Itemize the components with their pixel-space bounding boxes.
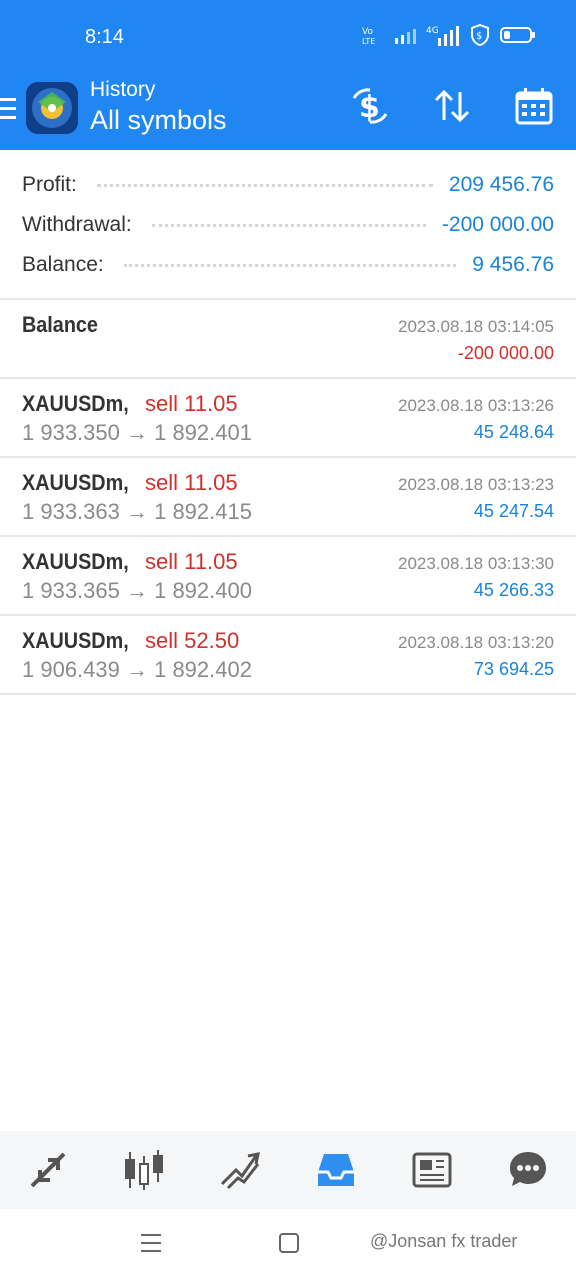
trade-prices: 1 933.363 → 1 892.415 (22, 499, 252, 524)
summary-label: Profit: (22, 173, 77, 196)
trade-symbol: XAUUSDm, (22, 549, 129, 574)
svg-text:$: $ (476, 31, 482, 42)
signal-icon (395, 29, 416, 44)
trade-row[interactable]: XAUUSDm, sell 11.05 1 933.363 → 1 892.41… (0, 458, 576, 537)
summary-label: Withdrawal: (22, 213, 132, 236)
trade-left: XAUUSDm, sell 52.50 1 906.439 → 1 892.40… (22, 628, 252, 683)
trade-row[interactable]: XAUUSDm, sell 11.05 1 933.365 → 1 892.40… (0, 537, 576, 616)
trade-symbol: XAUUSDm, (22, 628, 129, 653)
bottom-navigation (0, 1131, 576, 1209)
trade-action: sell 11.05 (145, 391, 238, 416)
app-bar: History All symbols $ (0, 78, 576, 150)
trade-action: sell 11.05 (145, 470, 238, 495)
dotted-leader (151, 223, 426, 227)
volte-icon: VoLTE (362, 27, 375, 45)
trade-time: 2023.08.18 03:14:05 (398, 317, 554, 336)
metatrader-logo-icon (26, 82, 78, 134)
summary-row-profit: Profit: 209 456.76 (22, 168, 554, 202)
menu-icon[interactable] (0, 96, 18, 122)
trade-symbol: XAUUSDm, (22, 470, 129, 495)
trade-action: sell 52.50 (145, 628, 240, 653)
trade-time: 2023.08.18 03:13:20 (398, 633, 554, 652)
home-icon[interactable] (278, 1231, 300, 1255)
svg-text:$: $ (359, 90, 380, 125)
trade-profit: 45 247.54 (473, 501, 554, 521)
trade-row[interactable]: XAUUSDm, sell 52.50 1 906.439 → 1 892.40… (0, 616, 576, 695)
trade-prices: 1 933.350 → 1 892.401 (22, 420, 252, 445)
summary-row-balance: Balance: 9 456.76 (22, 248, 554, 282)
trade-left: Balance (22, 312, 106, 338)
status-time: 8:14 (85, 26, 124, 48)
battery-icon (500, 27, 535, 43)
toolbar: $ (350, 86, 554, 126)
trade-left: XAUUSDm, sell 11.05 1 933.363 → 1 892.41… (22, 470, 252, 525)
trade-symbol: XAUUSDm, (22, 391, 129, 416)
security-shield-icon: $ (471, 24, 489, 46)
calendar-icon[interactable] (514, 86, 554, 126)
trade-right: 2023.08.18 03:14:05 -200 000.00 (398, 317, 554, 364)
trade-time: 2023.08.18 03:13:26 (398, 396, 554, 415)
status-bar: 8:14 Vo LTE 4G $ (0, 0, 576, 78)
summary-value: 9 456.76 (472, 253, 554, 276)
signal-4g-icon: 4G (426, 26, 459, 46)
trade-profit: 45 266.33 (473, 580, 554, 600)
dotted-leader (123, 263, 457, 267)
dotted-leader (96, 183, 433, 187)
trade-profit: 73 694.25 (473, 659, 554, 679)
balance-row[interactable]: Balance 2023.08.18 03:14:05 -200 000.00 (0, 300, 576, 379)
svg-text:LTE: LTE (362, 37, 375, 45)
watermark: @Jonsan fx trader (370, 1231, 518, 1251)
svg-text:Vo: Vo (362, 27, 373, 37)
top-bar: 8:14 Vo LTE 4G $ History All symbols $ (0, 0, 576, 150)
deposit-withdraw-icon[interactable]: $ (350, 86, 390, 126)
summary-row-withdrawal: Withdrawal: -200 000.00 (22, 208, 554, 242)
trade-row[interactable]: XAUUSDm, sell 11.05 1 933.350 → 1 892.40… (0, 379, 576, 458)
system-navigation-bar: @Jonsan fx trader (0, 1209, 576, 1280)
balance-title: Balance (22, 312, 98, 337)
trade-left: XAUUSDm, sell 11.05 1 933.350 → 1 892.40… (22, 391, 252, 446)
trade-time: 2023.08.18 03:13:23 (398, 475, 554, 494)
news-icon[interactable] (407, 1145, 457, 1195)
summary-value: 209 456.76 (448, 173, 554, 196)
quotes-arrows-icon[interactable] (23, 1145, 73, 1195)
trade-prices: 1 906.439 → 1 892.402 (22, 657, 252, 682)
trade-right: 2023.08.18 03:13:20 73 694.25 (398, 633, 554, 680)
trade-trend-icon[interactable] (215, 1145, 265, 1195)
trade-time: 2023.08.18 03:13:30 (398, 554, 554, 573)
summary-value: -200 000.00 (441, 213, 554, 236)
history-inbox-icon[interactable] (311, 1145, 361, 1195)
svg-text:4G: 4G (426, 26, 439, 36)
trade-right: 2023.08.18 03:13:26 45 248.64 (398, 396, 554, 443)
chat-icon[interactable] (503, 1145, 553, 1195)
header-subtitle: History (90, 78, 156, 101)
trade-right: 2023.08.18 03:13:30 45 266.33 (398, 554, 554, 601)
history-summary: Profit: 209 456.76 Withdrawal: -200 000.… (0, 150, 576, 300)
sort-icon[interactable] (432, 86, 472, 126)
trade-amount: -200 000.00 (457, 343, 554, 363)
trade-action: sell 11.05 (145, 549, 238, 574)
trade-prices: 1 933.365 → 1 892.400 (22, 578, 252, 603)
summary-label: Balance: (22, 253, 104, 276)
trade-list: Balance 2023.08.18 03:14:05 -200 000.00 … (0, 300, 576, 695)
trade-right: 2023.08.18 03:13:23 45 247.54 (398, 475, 554, 522)
trade-profit: 45 248.64 (473, 422, 554, 442)
candlestick-chart-icon[interactable] (119, 1145, 169, 1195)
recent-apps-icon[interactable] (140, 1231, 162, 1255)
trade-left: XAUUSDm, sell 11.05 1 933.365 → 1 892.40… (22, 549, 252, 604)
header-title[interactable]: All symbols (90, 105, 227, 136)
status-icons: Vo LTE 4G $ (362, 24, 536, 46)
